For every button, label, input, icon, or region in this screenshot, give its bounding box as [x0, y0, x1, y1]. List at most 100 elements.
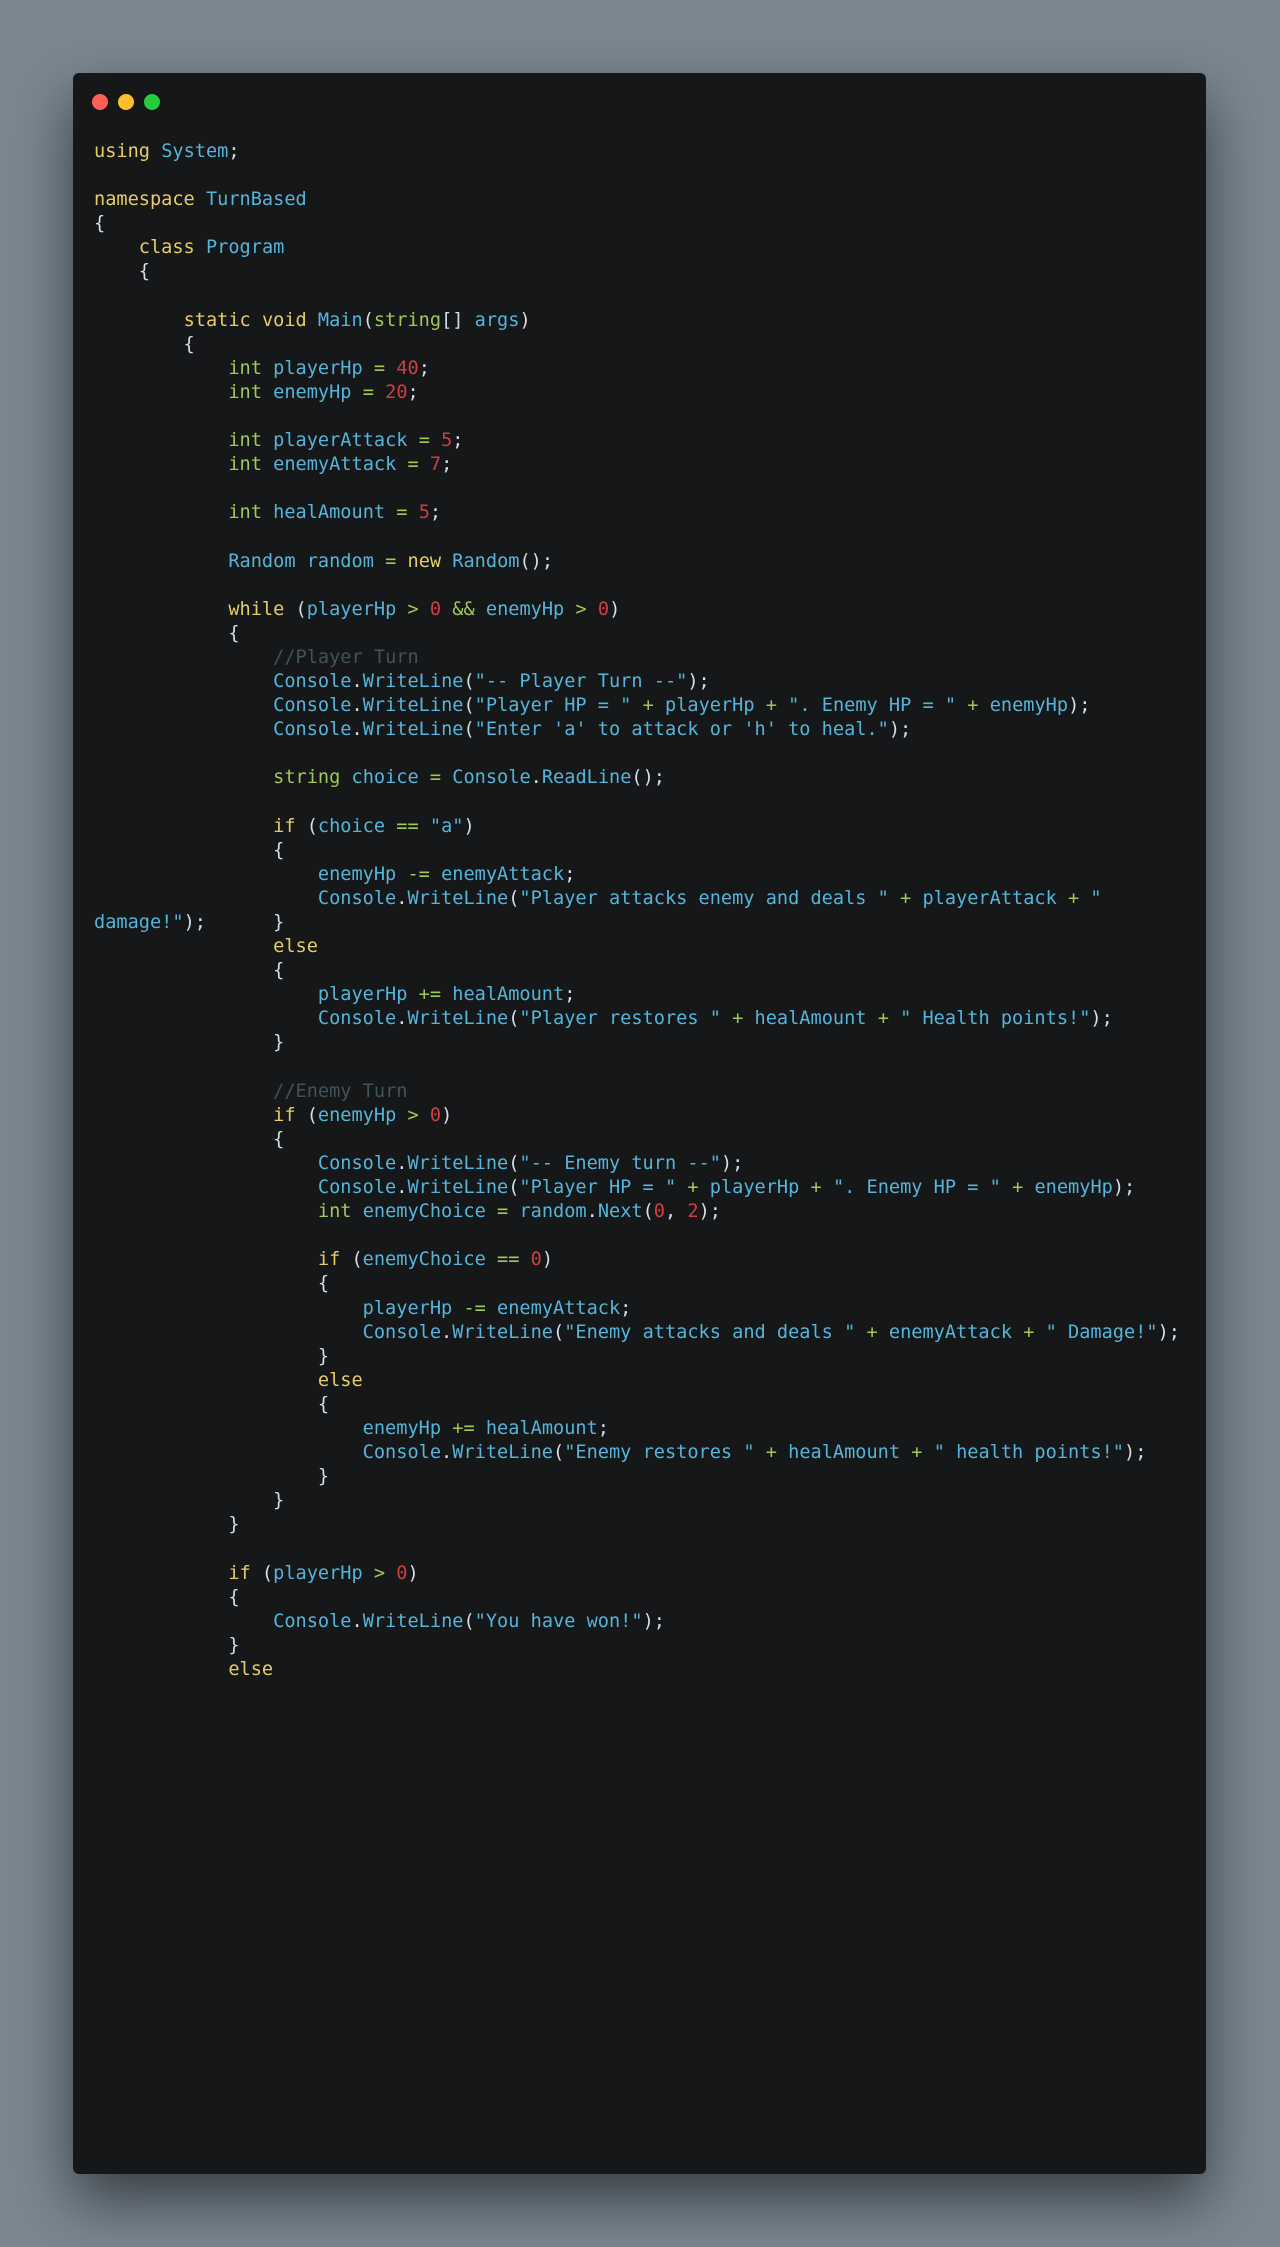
code-token: "-- Enemy turn --" [519, 1152, 721, 1174]
code-token: (); [631, 767, 666, 789]
code-token: = [396, 502, 408, 524]
code-token: . [530, 767, 542, 789]
code-line: namespace TurnBased [94, 188, 1180, 212]
code-token: Program [205, 237, 285, 259]
maximize-dot-icon[interactable] [144, 94, 160, 110]
code-line: else [94, 935, 1180, 959]
code-token: enemyAttack [273, 454, 397, 476]
code-token: enemyAttack [441, 863, 565, 885]
code-token: ); [888, 719, 912, 741]
code-token: ( [508, 887, 520, 909]
code-token: ( [463, 671, 475, 693]
code-token: + [732, 1008, 744, 1030]
code-line: { [94, 260, 1180, 284]
code-token: ". Enemy HP = " [788, 695, 957, 717]
code-token: > [407, 1104, 419, 1126]
code-token: ( [250, 1562, 274, 1584]
window-controls [92, 94, 160, 110]
code-token: ; [429, 502, 442, 524]
code-token: ( [463, 695, 475, 717]
code-line: Console.WriteLine("Enemy attacks and dea… [94, 1321, 1180, 1345]
code-token: "You have won!" [474, 1610, 643, 1632]
code-token: 0 [429, 1104, 442, 1126]
code-token: + [877, 1008, 889, 1030]
code-token: Console [452, 767, 531, 789]
code-token: ) [609, 598, 621, 620]
code-token: { [94, 960, 285, 982]
code-line: Console.WriteLine("You have won!"); [94, 1610, 1180, 1634]
code-token: playerHp [362, 1297, 453, 1319]
code-token: . [396, 1008, 408, 1030]
code-line: { [94, 839, 1180, 863]
code-token: else [317, 1369, 363, 1391]
code-token: enemyChoice [362, 1249, 486, 1271]
code-line: } [94, 1634, 1180, 1658]
code-token: { [94, 1586, 240, 1608]
code-token: Console [317, 1177, 397, 1199]
code-token: TurnBased [205, 189, 307, 211]
code-token: += [418, 984, 442, 1006]
minimize-dot-icon[interactable] [118, 94, 134, 110]
code-line: { [94, 622, 1180, 646]
code-token: [] [441, 309, 475, 331]
code-line: } [94, 1489, 1180, 1513]
code-token: ( [642, 1201, 654, 1223]
code-token: if [273, 815, 296, 837]
code-token: + [687, 1177, 699, 1199]
code-line: { [94, 1393, 1180, 1417]
code-line: Console.WriteLine("Player HP = " + playe… [94, 1176, 1180, 1200]
code-token: Console [317, 1152, 397, 1174]
code-token: ; [597, 1417, 609, 1439]
code-token: . [351, 695, 363, 717]
code-token: while [228, 598, 285, 620]
code-token: ); [1090, 1008, 1113, 1030]
code-token: { [94, 213, 106, 235]
code-token: 0 [597, 598, 610, 620]
code-token: int [228, 454, 262, 476]
code-token: ( [340, 1249, 363, 1271]
code-token: "Enemy restores " [564, 1442, 755, 1464]
code-token: ; [228, 141, 240, 162]
code-token: WriteLine [452, 1321, 553, 1343]
close-dot-icon[interactable] [92, 94, 108, 110]
code-token: WriteLine [407, 1152, 509, 1174]
code-line: enemyHp -= enemyAttack; [94, 863, 1180, 887]
code-token: { [94, 839, 285, 861]
code-token: playerHp [273, 357, 363, 379]
code-token: enemyHp [317, 1104, 397, 1126]
code-token: " Health points!" [900, 1008, 1091, 1030]
code-token: -= [407, 863, 430, 885]
